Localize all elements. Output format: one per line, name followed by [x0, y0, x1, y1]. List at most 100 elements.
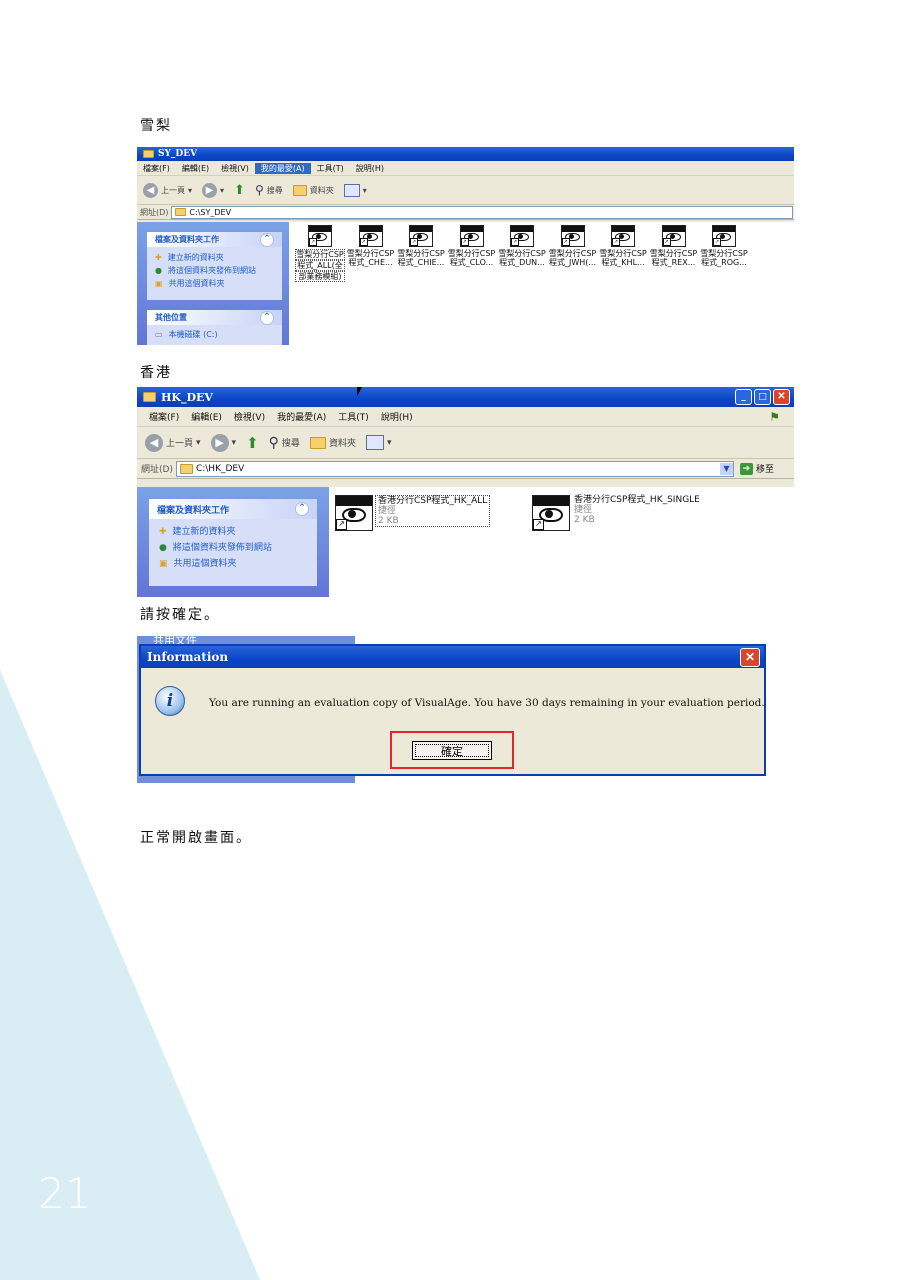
search-button[interactable]: ⚲ 搜尋 [269, 435, 300, 451]
file-name-line: 雪梨分行CSP [649, 249, 698, 258]
menu-view[interactable]: 檢視(V) [215, 163, 255, 174]
shortcut-arrow-icon: ↗ [533, 519, 544, 530]
collapse-chevron-icon[interactable]: ⌃ [295, 502, 309, 516]
other-places-header[interactable]: 其他位置 ⌃ [147, 310, 282, 325]
back-button[interactable]: ◀ 上一頁 ▾ [143, 182, 192, 198]
hk-menu-bar: 檔案(F) 編輯(E) 檢視(V) 我的最愛(A) 工具(T) 說明(H) ⚑ [137, 407, 794, 427]
file-item[interactable]: ↗ 雪梨分行CSP 程式_JWH(... [548, 225, 598, 267]
file-tasks-header[interactable]: 檔案及資料夾工作 ⌃ [147, 232, 282, 247]
close-button[interactable]: ✕ [773, 389, 790, 405]
hk-title-bar: HK_DEV _ □ ✕ [137, 387, 794, 407]
forward-button[interactable]: ▶ ▾ [210, 433, 236, 452]
search-button[interactable]: ⚲ 搜尋 [255, 183, 283, 197]
file-name-line: 雪梨分行CSP [346, 249, 395, 258]
file-name: 香港分行CSP程式_HK_ALL [378, 496, 488, 506]
shortcut-app-icon: ↗ [409, 225, 433, 247]
minimize-button[interactable]: _ [735, 389, 752, 405]
menu-tools[interactable]: 工具(T) [332, 410, 375, 423]
hk-task-pane: 檔案及資料夾工作 ⌃ ✚ 建立新的資料夾 ● 將這個資料夾發佈到網站 ▣ 共用這個資料… [137, 487, 329, 597]
folders-icon [292, 184, 307, 196]
folder-icon [143, 150, 154, 158]
task-new-folder[interactable]: ✚ 建立新的資料夾 [155, 251, 274, 264]
menu-tools[interactable]: 工具(T) [311, 163, 350, 174]
shortcut-app-icon: ↗ [459, 225, 484, 247]
window-title: SY_DEV [158, 149, 198, 159]
shortcut-app-icon: ↗ [532, 495, 570, 531]
folders-button[interactable]: 資料夾 [292, 184, 334, 196]
menu-favorites[interactable]: 我的最愛(A) [254, 162, 311, 174]
collapse-chevron-icon[interactable]: ⌃ [260, 310, 274, 325]
mouse-cursor-icon [357, 387, 362, 396]
sy-menu-bar: 檔案(F) 編輯(E) 檢視(V) 我的最愛(A) 工具(T) 說明(H) [137, 161, 794, 176]
ok-button[interactable]: 確定 [412, 741, 492, 760]
menu-help[interactable]: 說明(H) [350, 163, 390, 174]
share-folder-icon: ▣ [155, 279, 163, 288]
task-share-folder[interactable]: ▣ 共用這個資料夾 [159, 556, 307, 572]
task-new-folder[interactable]: ✚ 建立新的資料夾 [159, 524, 307, 540]
file-item[interactable]: ↗ 香港分行CSP程式_HK_ALL 捷徑 2 KB [335, 495, 495, 531]
address-field[interactable]: C:\HK_DEV ▼ [175, 460, 734, 477]
file-name-line: 程式_ROG... [701, 258, 747, 267]
folders-button[interactable]: 資料夾 [309, 436, 356, 449]
shortcut-arrow-icon: ↗ [713, 238, 721, 246]
menu-view[interactable]: 檢視(V) [228, 410, 271, 423]
sy-address-bar: 網址(D) C:\SY_DEV [137, 205, 794, 220]
up-folder-icon: ⬆ [234, 182, 245, 198]
shortcut-app-icon: ↗ [308, 225, 332, 247]
address-field[interactable]: C:\SY_DEV [171, 205, 794, 219]
address-folder-icon [179, 463, 193, 474]
go-arrow-icon: ➔ [739, 462, 753, 475]
menu-edit[interactable]: 編輯(E) [176, 163, 215, 174]
menu-help[interactable]: 說明(H) [375, 410, 419, 423]
address-folder-icon [175, 208, 187, 216]
file-item[interactable]: ↗ 雪梨分行CSP 程式_ROG... [699, 225, 749, 267]
menu-edit[interactable]: 編輯(E) [185, 410, 228, 423]
file-item[interactable]: ↗ 雪梨分行CSP 程式_CHIE... [396, 225, 446, 267]
go-button[interactable]: ➔ 移至 [739, 462, 774, 475]
maximize-button[interactable]: □ [754, 389, 771, 405]
menu-favorites[interactable]: 我的最愛(A) [271, 410, 332, 423]
back-button[interactable]: ◀ 上一頁 ▾ [145, 433, 201, 452]
menu-file[interactable]: 檔案(F) [137, 163, 176, 174]
file-item[interactable]: ↗ 香港分行CSP程式_HK_SINGLE 捷徑 2 KB [532, 495, 732, 531]
task-publish-web[interactable]: ● 將這個資料夾發佈到網站 [155, 264, 274, 277]
file-name-line: 程式_CHIE... [397, 258, 445, 267]
forward-arrow-icon: ▶ [202, 182, 218, 198]
globe-icon: ● [155, 266, 162, 275]
views-button[interactable]: ▾ [343, 183, 367, 197]
collapse-chevron-icon[interactable]: ⌃ [260, 232, 274, 247]
file-name-line: 雪梨分行CSP [295, 249, 345, 260]
close-button[interactable]: ✕ [740, 647, 760, 667]
file-name-line: 雪梨分行CSP [498, 249, 546, 258]
search-icon: ⚲ [268, 434, 279, 451]
confirm-instruction: 請按確定。 [140, 607, 220, 623]
task-share-folder[interactable]: ▣ 共用這個資料夾 [155, 277, 274, 290]
file-item[interactable]: ↗ 雪梨分行CSP 程式_REX... [649, 225, 699, 267]
views-button[interactable]: ▾ [365, 435, 391, 450]
file-item[interactable]: ↗ 雪梨分行CSP 程式_ALL(全 部業務模組) [295, 225, 345, 282]
file-name-line: 部業務模組) [295, 271, 345, 282]
task-publish-web[interactable]: ● 將這個資料夾發佈到網站 [159, 540, 307, 556]
dialog-title-bar: Information ✕ [141, 646, 764, 668]
file-tasks-panel: 檔案及資料夾工作 ⌃ ✚ 建立新的資料夾 ● 將這個資料夾發佈到網站 ▣ 共用這個資料… [147, 232, 282, 300]
address-value: C:\SY_DEV [189, 207, 232, 217]
address-dropdown-icon[interactable]: ▼ [719, 462, 733, 475]
menu-file[interactable]: 檔案(F) [143, 410, 185, 423]
views-icon [365, 435, 384, 450]
new-folder-icon: ✚ [159, 527, 167, 537]
up-folder-button[interactable]: ⬆ [234, 183, 245, 198]
file-item[interactable]: ↗ 雪梨分行CSP 程式_KHL... [598, 225, 648, 267]
forward-button[interactable]: ▶ ▾ [202, 182, 224, 198]
shortcut-arrow-icon: ↗ [511, 238, 519, 246]
shortcut-app-icon: ↗ [712, 225, 736, 247]
file-item[interactable]: ↗ 雪梨分行CSP 程式_CLO... [447, 225, 497, 267]
file-name-line: 雪梨分行CSP [599, 249, 647, 258]
file-item[interactable]: ↗ 雪梨分行CSP 程式_DUN... [497, 225, 547, 267]
file-tasks-header[interactable]: 檔案及資料夾工作 ⌃ [149, 499, 317, 519]
shortcut-arrow-icon: ↗ [336, 519, 347, 530]
file-item[interactable]: ↗ 雪梨分行CSP 程式_CHE... [346, 225, 396, 267]
place-local-disk[interactable]: ▭ 本機磁碟 (C:) [155, 329, 274, 340]
up-folder-button[interactable]: ⬆ [246, 434, 259, 452]
file-name-line: 雪梨分行CSP [700, 249, 748, 258]
address-label: 網址(D) [141, 465, 173, 475]
